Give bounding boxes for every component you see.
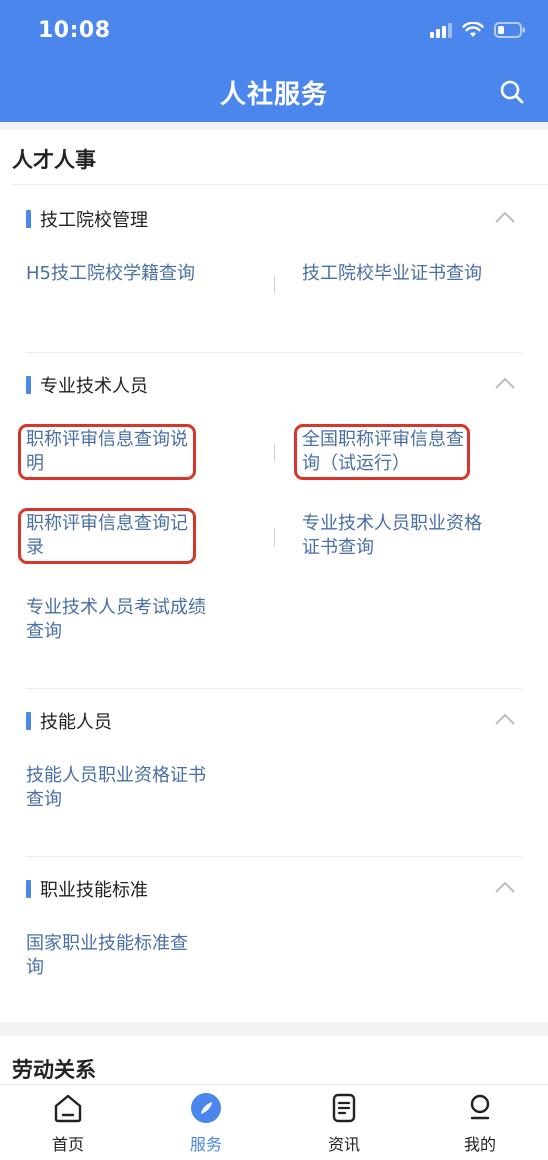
group-header-professional-technical[interactable]: 专业技术人员 bbox=[26, 370, 526, 400]
chevron-up-icon[interactable] bbox=[494, 210, 516, 224]
status-time: 10:08 bbox=[38, 18, 111, 43]
tab-profile[interactable]: 我的 bbox=[440, 1091, 520, 1155]
search-button[interactable] bbox=[498, 78, 526, 106]
status-bar: 10:08 bbox=[0, 0, 548, 62]
tab-label: 我的 bbox=[463, 1135, 496, 1154]
service-link[interactable]: 国家职业技能标准查询 bbox=[26, 932, 196, 980]
group-accent-bar bbox=[26, 880, 31, 898]
service-link[interactable]: 职称评审信息查询说明 bbox=[26, 428, 196, 476]
service-link[interactable]: 全国职称评审信息查询（试运行） bbox=[302, 428, 470, 476]
section-gap bbox=[0, 1022, 548, 1036]
group-header-skilled-workers[interactable]: 技能人员 bbox=[26, 706, 526, 736]
divider bbox=[26, 688, 522, 689]
battery-icon bbox=[494, 22, 526, 38]
group-header-skill-standards[interactable]: 职业技能标准 bbox=[26, 874, 526, 904]
profile-icon[interactable] bbox=[463, 1091, 497, 1125]
service-link[interactable]: 专业技术人员考试成绩查询 bbox=[26, 596, 216, 644]
group-title: 专业技术人员 bbox=[40, 376, 148, 397]
signal-icon bbox=[430, 22, 452, 38]
chevron-up-icon[interactable] bbox=[494, 712, 516, 726]
chevron-up-icon[interactable] bbox=[494, 376, 516, 390]
section-title-labor: 劳动关系 bbox=[12, 1058, 96, 1082]
labor-section-card: 劳动关系 bbox=[0, 1036, 548, 1084]
group-title: 技工院校管理 bbox=[40, 210, 148, 231]
group-accent-bar bbox=[26, 376, 31, 394]
service-link[interactable]: 技工院校毕业证书查询 bbox=[302, 262, 502, 286]
divider bbox=[26, 352, 522, 353]
compass-icon[interactable] bbox=[189, 1091, 223, 1125]
link-separator bbox=[274, 276, 275, 294]
link-separator bbox=[274, 528, 275, 546]
news-icon[interactable] bbox=[327, 1091, 361, 1125]
group-title: 技能人员 bbox=[40, 712, 112, 733]
chevron-up-icon[interactable] bbox=[494, 880, 516, 894]
talent-section-card: 人才人事 技工院校管理 H5技工院校学籍查询 技工院校毕业证书查询 专业技术人员… bbox=[0, 130, 548, 1022]
link-separator bbox=[274, 444, 275, 462]
divider bbox=[12, 184, 548, 185]
wifi-icon bbox=[462, 22, 484, 38]
app-header: 10:08 人社服务 bbox=[0, 0, 548, 122]
tab-news[interactable]: 资讯 bbox=[304, 1091, 384, 1155]
tab-label: 资讯 bbox=[327, 1135, 360, 1154]
page-title: 人社服务 bbox=[219, 80, 328, 110]
divider bbox=[26, 856, 522, 857]
group-header-technical-schools[interactable]: 技工院校管理 bbox=[26, 204, 526, 234]
group-accent-bar bbox=[26, 712, 31, 730]
tab-services[interactable]: 服务 bbox=[166, 1091, 246, 1155]
group-title: 职业技能标准 bbox=[40, 880, 148, 901]
service-link[interactable]: 职称评审信息查询记录 bbox=[26, 512, 196, 560]
tab-home[interactable]: 首页 bbox=[28, 1091, 108, 1155]
group-accent-bar bbox=[26, 210, 31, 228]
tab-label: 首页 bbox=[51, 1135, 84, 1154]
bottom-tab-bar: 首页 服务 资讯 我的 bbox=[0, 1084, 548, 1160]
service-link[interactable]: H5技工院校学籍查询 bbox=[26, 262, 226, 286]
service-link[interactable]: 技能人员职业资格证书查询 bbox=[26, 764, 216, 812]
service-link[interactable]: 专业技术人员职业资格证书查询 bbox=[302, 512, 492, 560]
tab-label: 服务 bbox=[189, 1135, 222, 1154]
search-icon[interactable] bbox=[498, 78, 526, 106]
status-icons bbox=[430, 22, 526, 38]
home-icon[interactable] bbox=[51, 1091, 85, 1125]
section-title-talent: 人才人事 bbox=[12, 148, 96, 172]
